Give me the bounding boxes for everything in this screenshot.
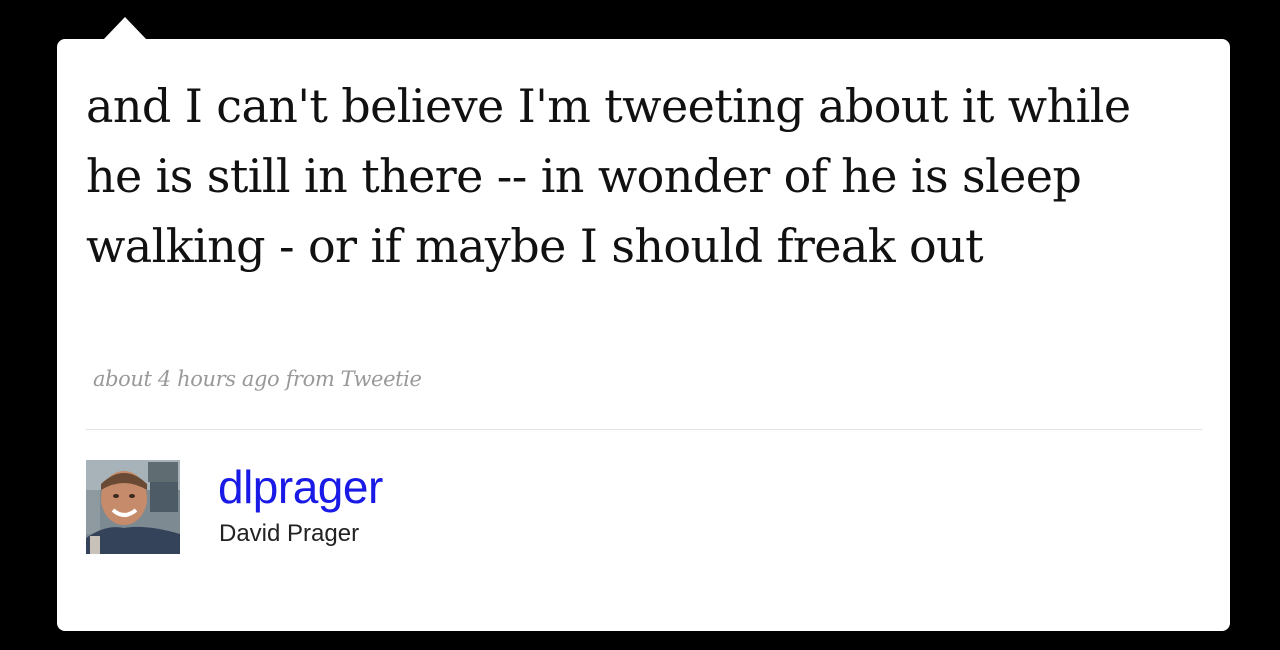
avatar-image: [86, 460, 180, 554]
tweet-page: and I can't believe I'm tweeting about i…: [0, 0, 1280, 650]
bubble-pointer: [103, 17, 147, 40]
author-screen-name-link[interactable]: dlprager: [218, 460, 383, 514]
tweet-timestamp[interactable]: about 4 hours ago: [93, 367, 280, 391]
user-photo-icon[interactable]: [86, 460, 180, 554]
tweet-text: and I can't believe I'm tweeting about i…: [86, 79, 1131, 273]
tweet-meta: about 4 hours ago from Tweetie: [93, 367, 422, 391]
author-block: dlprager David Prager: [86, 460, 786, 555]
divider: [86, 429, 1202, 430]
tweet-card: and I can't believe I'm tweeting about i…: [57, 39, 1230, 631]
tweet-source[interactable]: from Tweetie: [286, 367, 422, 391]
author-full-name: David Prager: [219, 520, 360, 547]
